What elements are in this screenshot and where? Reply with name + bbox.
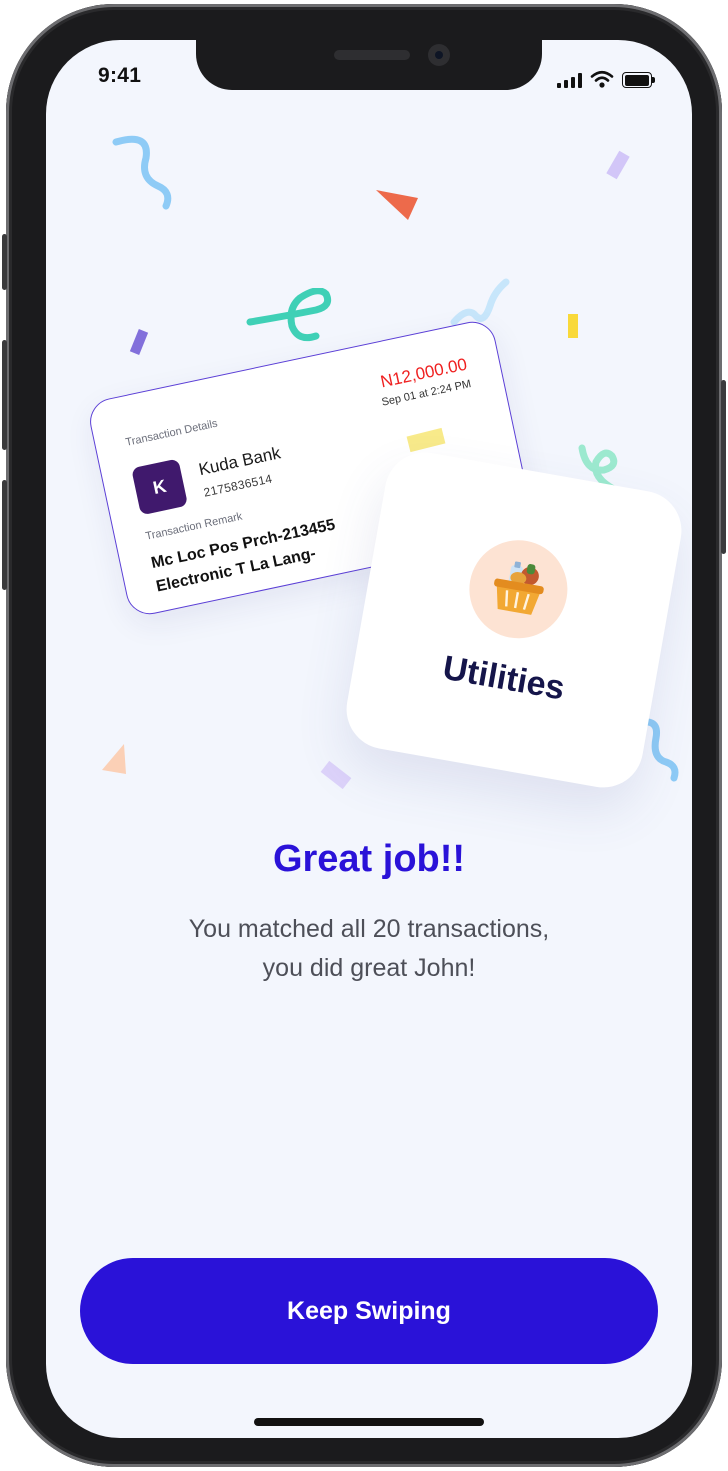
front-camera (428, 44, 450, 66)
confetti-triangle-peach (102, 744, 126, 774)
status-icons (557, 68, 656, 88)
battery-icon (622, 72, 656, 88)
speaker-grille (334, 50, 410, 60)
volume-down-button (2, 480, 7, 590)
home-indicator[interactable] (254, 1418, 484, 1426)
wifi-icon (590, 70, 614, 88)
result-message-line-1: You matched all 20 transactions, (188, 915, 550, 943)
kuda-bank-logo: K (131, 458, 189, 516)
confetti-rect-lavender (320, 760, 352, 790)
confetti-squiggle-lightblue (450, 278, 510, 326)
cellular-signal-icon (557, 72, 582, 88)
category-label: Utilities (439, 648, 568, 708)
confetti-loop-teal (246, 288, 332, 342)
status-time: 9:41 (98, 64, 142, 87)
grocery-basket-icon (494, 561, 544, 615)
notch (196, 40, 542, 90)
result-title: Great job!! (272, 838, 466, 880)
result-message-line-2: you did great John! (262, 954, 476, 982)
confetti-bar-purple (129, 329, 149, 355)
confetti-bar-lavender (606, 150, 630, 180)
keep-swiping-button[interactable]: Keep Swiping (80, 1258, 658, 1364)
confetti-squiggle-blue (112, 135, 172, 210)
confetti-bar-yellow (568, 314, 578, 338)
result-message: You matched all 20 transactions, you did… (106, 910, 632, 988)
confetti-triangle-orange (376, 190, 418, 220)
app-screen: 9:41 Transaction Details K Kuda Bank 217… (46, 40, 692, 1438)
power-button (721, 380, 726, 554)
category-icon-background (461, 532, 576, 647)
category-card[interactable]: Utilities (340, 446, 688, 794)
mute-switch (2, 234, 7, 290)
volume-up-button (2, 340, 7, 450)
transaction-details-label: Transaction Details (124, 417, 219, 449)
phone-frame: 9:41 Transaction Details K Kuda Bank 217… (2, 4, 726, 1467)
